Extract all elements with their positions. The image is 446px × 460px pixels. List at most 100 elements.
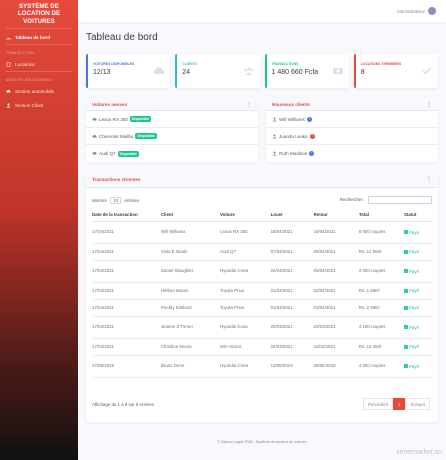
info-icon: i	[309, 151, 315, 156]
table-row[interactable]: 27/05/2019 Bruno Denn Hyundai Creta 13/05/2…	[92, 355, 432, 378]
table-row[interactable]: 17/04/2021 Christine Moore MG Hector 04/03/…	[92, 338, 432, 356]
sidebar-item-label: Section automobile	[15, 88, 55, 94]
car-name: Audi Q7	[99, 151, 116, 156]
table-row[interactable]: 17/04/2021 Hélène Moore Toyota Prius 01/04/…	[92, 282, 432, 300]
page-button[interactable]: 1	[392, 398, 406, 410]
table-row[interactable]: 17/04/2021 Daniel Slaughter Hyundai Creta 0…	[92, 260, 432, 283]
sidebar-item-locations[interactable]: Locations	[0, 57, 78, 71]
panel-title: Voitures neuves	[92, 101, 128, 107]
next-page-button[interactable]: Suivant	[405, 398, 430, 410]
table-cell: Toyota Prius	[220, 299, 271, 317]
status-text: Payé	[409, 344, 420, 350]
check-icon: ✓	[404, 344, 408, 349]
entries-control: Montrer 10 entrées	[92, 196, 139, 204]
watermark: senemarket.sn	[396, 449, 442, 456]
table-cell: 27/05/2019	[92, 355, 161, 378]
sidebar-item-clients[interactable]: Section Client	[0, 98, 78, 112]
page-title: Tableau de bord	[86, 32, 158, 43]
table-cell: ✓ Payé	[404, 243, 432, 261]
prev-page-button[interactable]: Précédent	[362, 398, 393, 410]
table-cell: 18/04/2021	[313, 221, 359, 244]
dashboard-icon	[6, 36, 11, 40]
search-input[interactable]	[368, 196, 432, 204]
table-cell: 04/04/2021	[270, 260, 314, 283]
panel-title: Nouveaux clients	[272, 101, 310, 107]
car-name: Lexus RX 350	[99, 116, 128, 122]
more-options-icon[interactable]: ⋮	[426, 176, 432, 183]
status-text: Payé	[409, 229, 420, 235]
users-icon	[244, 67, 253, 75]
table-cell: Viola E Neale	[160, 243, 221, 261]
table-row[interactable]: 17/04/2021 Viola E Neale Audi Q7 07/04/2021…	[92, 243, 432, 261]
table-cell: 18/04/2021	[270, 221, 314, 244]
car-icon	[92, 117, 97, 120]
stat-label: LOCATIONS TERMINÉES	[360, 62, 402, 66]
column-header[interactable]: Total	[358, 208, 404, 222]
sidebar-item-dashboard[interactable]: Tableau de bord	[0, 30, 78, 44]
list-item[interactable]: Lexus RX 350 Disponible	[86, 111, 258, 128]
table-cell: ✓ Payé	[404, 221, 432, 244]
status-badge: Disponible	[129, 116, 152, 122]
table-cell: 29/05/2019	[313, 355, 359, 378]
table-cell: Will Williams	[160, 221, 221, 244]
list-item[interactable]: Audi Q7 Disponible	[86, 145, 258, 162]
info-icon: i	[306, 116, 312, 122]
table-cell: Audi Q7	[220, 243, 271, 261]
table-cell: ✓ Payé	[404, 260, 432, 283]
table-row[interactable]: 17/04/2021 Freddy Kirkland Toyota Prius 01/…	[92, 299, 432, 317]
transactions-table: Date de la transaction Client Voiture Lo…	[92, 208, 432, 378]
pagination: Précédent 1 Suivant	[362, 398, 430, 410]
sidebar-brand[interactable]: SYSTÈME DE LOCATION DE VOITURES	[0, 0, 78, 28]
table-cell: Daniel Slaughter	[160, 260, 221, 283]
column-header[interactable]: Date de la transaction	[92, 208, 161, 222]
stat-label: VOITURES DISPONIBLES	[93, 62, 135, 66]
user-icon	[272, 134, 277, 138]
status-text: Payé	[409, 324, 420, 330]
status-text: Payé	[409, 268, 420, 274]
avatar[interactable]	[428, 7, 436, 15]
status-paid: ✓ Payé	[404, 325, 419, 330]
column-header[interactable]: Client	[160, 208, 221, 222]
new-clients-panel: Nouveaux clients ⋮ Will Williams i Juani…	[266, 98, 438, 162]
footer: © Sakura Logrid 2025 - Système de locati…	[217, 440, 307, 444]
user-icon	[272, 151, 277, 156]
table-cell: 09/04/2021	[313, 243, 359, 261]
list-item[interactable]: Will Williams i	[266, 111, 438, 128]
list-item[interactable]: Chevrolet Malibu Disponible	[86, 128, 258, 145]
check-icon: ✓	[404, 325, 408, 330]
check-icon: ✓	[404, 230, 408, 235]
column-header[interactable]: Statut	[404, 208, 432, 222]
table-cell: 20/03/2021	[270, 316, 314, 339]
list-item[interactable]: Juanita Leako !	[266, 128, 438, 145]
table-row[interactable]: 17/04/2021 Will Williams Lexus RX 350 18/04…	[92, 221, 432, 244]
more-options-icon[interactable]: ⋮	[246, 101, 252, 108]
table-cell: 04/03/2021	[270, 338, 314, 356]
column-header[interactable]: Retour	[313, 208, 359, 222]
table-cell: Rs. 1 650/-	[358, 282, 404, 300]
table-cell: 05/04/2021	[313, 260, 359, 283]
table-cell: ✓ Payé	[404, 282, 432, 300]
car-icon	[92, 152, 97, 155]
table-row[interactable]: 17/04/2021 Jeanne Z Turner Hyundai Kona 20/…	[92, 316, 432, 339]
client-name: Ruth Madison	[279, 151, 308, 156]
column-header[interactable]: Voiture	[220, 208, 271, 222]
stat-card-clients: CLIENTS 24	[175, 54, 260, 88]
topbar: Administrateur	[78, 0, 446, 22]
entries-select[interactable]: 10	[110, 196, 122, 204]
table-cell: 11/03/2021	[313, 338, 359, 356]
table-cell: ✓ Payé	[404, 355, 432, 378]
sidebar-item-cars[interactable]: Section automobile	[0, 84, 78, 98]
check-icon: ✓	[404, 364, 408, 369]
panel-header: Transactions récentes ⋮	[86, 172, 438, 188]
status-paid: ✓ Payé	[404, 249, 419, 254]
user-name[interactable]: Administrateur	[397, 9, 425, 14]
check-icon: ✓	[404, 305, 408, 310]
stat-card-completed: LOCATIONS TERMINÉES 8	[353, 54, 438, 88]
list-item[interactable]: Ruth Madison i	[266, 145, 438, 162]
more-options-icon[interactable]: ⋮	[426, 101, 432, 108]
table-cell: 17/04/2021	[92, 243, 161, 261]
status-paid: ✓ Payé	[404, 288, 419, 293]
table-cell: 13/05/2019	[270, 355, 314, 378]
column-header[interactable]: Louer	[270, 208, 314, 222]
status-text: Payé	[409, 363, 420, 369]
